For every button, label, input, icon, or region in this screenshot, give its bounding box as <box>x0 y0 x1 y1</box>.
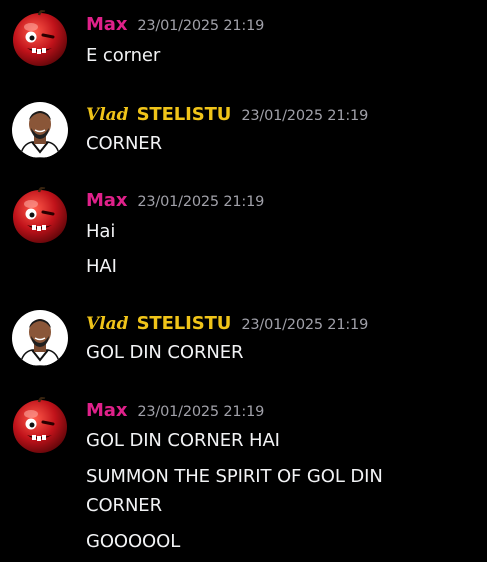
message-group-max-3: Max 23/01/2025 21:19 GOL DIN CORNER HAI … <box>0 390 487 562</box>
message-group-vlad-1: Vlad STELISTU 23/01/2025 21:19 CORNER <box>0 90 487 185</box>
timestamp: 23/01/2025 21:19 <box>137 18 265 34</box>
message-group-max-2: Max 23/01/2025 21:19 Hai HAI <box>0 185 487 305</box>
user-tag: Vlad <box>86 314 129 334</box>
message-header: Max 23/01/2025 21:19 <box>86 400 264 424</box>
message-text: Hai <box>86 221 116 242</box>
message-text: HAI <box>86 256 117 277</box>
message-group-max-1: Max 23/01/2025 21:19 E corner <box>0 0 487 90</box>
username[interactable]: STELISTU <box>137 313 232 334</box>
username[interactable]: Max <box>86 14 127 35</box>
apple-face-avatar[interactable] <box>12 397 68 453</box>
message-header: Vlad STELISTU 23/01/2025 21:19 <box>86 104 368 128</box>
message-header: Max 23/01/2025 21:19 <box>86 190 264 214</box>
timestamp: 23/01/2025 21:19 <box>137 194 265 210</box>
player-avatar[interactable] <box>12 102 68 158</box>
player-avatar[interactable] <box>12 310 68 366</box>
apple-face-avatar[interactable] <box>12 10 68 66</box>
timestamp: 23/01/2025 21:19 <box>241 317 369 333</box>
username[interactable]: Max <box>86 400 127 421</box>
message-text: E corner <box>86 45 161 66</box>
message-text: GOL DIN CORNER HAI <box>86 430 280 451</box>
message-text: CORNER <box>86 495 162 516</box>
username[interactable]: Max <box>86 190 127 211</box>
message-text: SUMMON THE SPIRIT OF GOL DIN <box>86 466 383 487</box>
message-group-vlad-2: Vlad STELISTU 23/01/2025 21:19 GOL DIN C… <box>0 300 487 395</box>
apple-face-avatar[interactable] <box>12 187 68 243</box>
message-header: Max 23/01/2025 21:19 <box>86 14 264 38</box>
user-tag: Vlad <box>86 105 129 125</box>
username[interactable]: STELISTU <box>137 104 232 125</box>
message-text: CORNER <box>86 133 162 154</box>
message-text: GOL DIN CORNER <box>86 342 244 363</box>
timestamp: 23/01/2025 21:19 <box>137 404 265 420</box>
message-header: Vlad STELISTU 23/01/2025 21:19 <box>86 313 368 337</box>
timestamp: 23/01/2025 21:19 <box>241 108 369 124</box>
message-text: GOOOOOL <box>86 531 181 552</box>
